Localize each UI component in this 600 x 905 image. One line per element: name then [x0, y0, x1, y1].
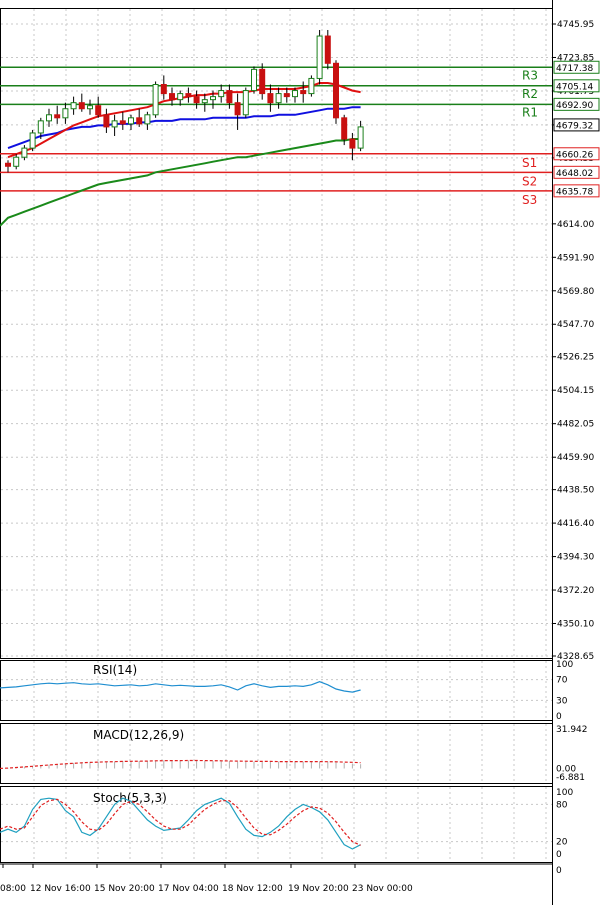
candle-body-up	[308, 77, 315, 95]
candle-body-up	[21, 147, 28, 158]
price-tick-label: 4591.90	[557, 253, 594, 263]
price-tick-label: 4482.05	[557, 420, 594, 430]
price-tick-label: 4547.70	[557, 320, 594, 330]
candle-body-down	[267, 93, 274, 104]
candle-body-up	[275, 93, 282, 104]
time-tick-label: 12 Nov 16:00	[30, 884, 91, 894]
level-tag-label-s3: 4635.78	[556, 187, 593, 197]
candle-body-down	[259, 68, 266, 95]
panel-frame-1	[0, 660, 553, 721]
rsi-tick-label: 100	[556, 660, 573, 670]
level-name-s2: S2	[522, 174, 537, 188]
price-tick-label: 4745.95	[557, 20, 594, 30]
candle-body-down	[119, 120, 126, 125]
candle-body-up	[70, 102, 77, 110]
stoch-tick-label: 80	[556, 800, 568, 810]
price-tick-label: 4526.25	[557, 353, 594, 363]
candle-body-up	[210, 96, 216, 101]
stoch-title: Stoch(5,3,3)	[93, 791, 167, 805]
candle-body-down	[283, 93, 290, 98]
rsi-tick-label: 70	[556, 676, 568, 686]
candle-body-up	[218, 90, 225, 98]
stoch-tick-label: 0	[556, 850, 562, 860]
candle-body-down	[5, 162, 11, 167]
level-name-s3: S3	[522, 193, 537, 207]
price-tick-label: 4569.80	[557, 287, 594, 297]
candle-body-down	[169, 93, 175, 101]
level-name-r2: R2	[522, 87, 538, 101]
price-tick-label: 4504.15	[557, 386, 594, 396]
candle-body-up	[177, 93, 184, 101]
candle-body-up	[29, 132, 36, 149]
price-tick-label: 4614.00	[557, 220, 594, 230]
candle-body-down	[103, 114, 110, 128]
level-name-r3: R3	[522, 68, 538, 82]
macd-title: MACD(12,26,9)	[93, 728, 184, 742]
candle-body-up	[201, 99, 208, 104]
time-tick-label: 23 Nov 00:00	[352, 884, 413, 894]
price-tick-label: 4372.20	[557, 586, 594, 596]
candle-body-down	[54, 114, 61, 119]
price-tick-label: 4350.10	[557, 620, 594, 630]
candle-body-down	[78, 102, 85, 110]
candle-body-up	[144, 114, 151, 125]
stoch-tick-label: 100	[556, 788, 573, 798]
candle-body-up	[62, 108, 69, 119]
candle-body-down	[136, 117, 143, 125]
candle-body-up	[87, 105, 93, 110]
price-tick-label: 4438.50	[557, 486, 594, 496]
candle-body-down	[341, 117, 348, 140]
level-tag-label-r2: 4705.14	[556, 82, 593, 92]
panel-frame-3	[0, 786, 553, 863]
time-axis-band	[0, 864, 553, 882]
candle-body-down	[234, 102, 241, 116]
candle-body-down	[349, 138, 356, 149]
price-tick-label: 4416.40	[557, 519, 594, 529]
candle-body-up	[316, 35, 323, 79]
level-tag-label-r3: 4717.38	[556, 64, 593, 74]
candle-body-down	[95, 105, 102, 116]
candle-body-down	[185, 93, 192, 98]
candle-body-down	[160, 84, 167, 95]
candle-body-down	[226, 90, 233, 104]
time-tick-label: 17 Nov 04:00	[158, 884, 219, 894]
level-tag-label-s1: 4660.26	[556, 150, 593, 160]
level-tag-label-r1: 4692.90	[556, 101, 593, 111]
candle-body-down	[193, 96, 200, 104]
candle-body-up	[128, 117, 134, 125]
candle-body-up	[152, 84, 159, 116]
macd-tick-label: 31.942	[556, 725, 588, 735]
panel-frame-2	[0, 723, 553, 784]
candle-body-up	[357, 126, 364, 149]
macd-tick-label: -6.881	[556, 773, 585, 783]
time-tick-label: 18 Nov 12:00	[222, 884, 283, 894]
candle-body-up	[242, 90, 249, 116]
price-tick-label: 4459.90	[557, 453, 594, 463]
level-name-s1: S1	[522, 156, 537, 170]
time-tick-label: 15 Nov 20:00	[94, 884, 155, 894]
candle-body-up	[13, 156, 20, 167]
level-name-r1: R1	[522, 105, 538, 119]
candle-body-up	[111, 120, 118, 128]
candle-body-up	[292, 90, 298, 98]
candle-body-up	[37, 120, 44, 134]
rsi-tick-label: 0	[556, 712, 562, 722]
candle-body-up	[46, 114, 52, 122]
level-tag-label-s2: 4648.02	[556, 169, 593, 179]
trading-chart: 4745.954723.854701.754679.324657.554614.…	[0, 0, 600, 905]
rsi-title: RSI(14)	[93, 663, 137, 677]
price-tick-label: 4394.30	[557, 553, 594, 563]
bottom-panel-zero-label: 0	[556, 866, 562, 876]
candle-body-down	[333, 62, 339, 119]
stoch-tick-label: 20	[556, 838, 568, 848]
current-price-label: 4679.32	[556, 121, 593, 131]
time-tick-label: 19 Nov 20:00	[288, 884, 349, 894]
time-tick-label: 08:00	[0, 884, 26, 894]
rsi-tick-label: 30	[556, 696, 568, 706]
candle-body-down	[324, 35, 331, 64]
candle-body-up	[251, 68, 257, 92]
candle-body-down	[300, 90, 307, 95]
